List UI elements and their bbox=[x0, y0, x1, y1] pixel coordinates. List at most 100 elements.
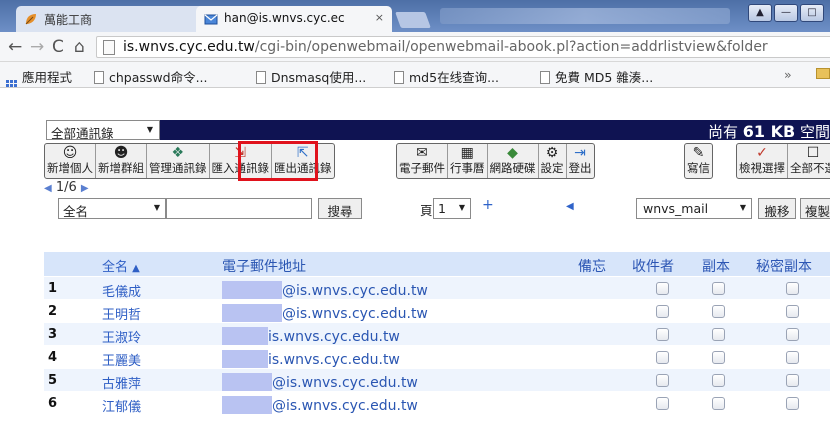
email-button[interactable]: ✉ 電子郵件 bbox=[397, 144, 448, 178]
bcc-checkbox[interactable] bbox=[786, 351, 799, 364]
leaf-favicon-icon bbox=[24, 12, 38, 26]
toolbar-group-compose: ✎ 寫信 bbox=[684, 143, 713, 179]
logout-icon: ⇥ bbox=[574, 145, 586, 161]
to-checkbox[interactable] bbox=[656, 351, 669, 364]
logout-button[interactable]: ⇥ 登出 bbox=[567, 144, 594, 178]
bookmark-label: Dnsmasq使用... bbox=[271, 70, 367, 85]
new-tab-button[interactable] bbox=[395, 12, 431, 28]
contact-name-link[interactable]: 古雅萍 bbox=[102, 369, 141, 392]
redacted-block bbox=[222, 396, 272, 414]
contact-email[interactable]: @is.wnvs.cyc.edu.tw bbox=[222, 369, 418, 391]
bookmark-md5-hash[interactable]: 免費 MD5 雜湊... bbox=[540, 67, 653, 86]
back-arrow-icon[interactable]: ← bbox=[8, 38, 22, 56]
cc-checkbox[interactable] bbox=[712, 397, 725, 410]
browser-tabstrip: 萬能工商 × han@is.wnvs.cyc.ec × ▲ — □ bbox=[0, 0, 830, 32]
addressbook-select-value: 全部通訊錄 bbox=[51, 126, 114, 141]
contact-name-link[interactable]: 毛儀成 bbox=[102, 277, 141, 300]
tab-close-icon[interactable]: × bbox=[375, 11, 384, 24]
settings-button[interactable]: ⚙ 設定 bbox=[539, 144, 567, 178]
search-input[interactable] bbox=[166, 198, 312, 219]
button-label: 行事曆 bbox=[450, 161, 485, 175]
header-label: 全名 bbox=[102, 260, 129, 275]
contact-email[interactable]: is.wnvs.cyc.edu.tw bbox=[222, 346, 400, 368]
bookmark-md5-lookup[interactable]: md5在线查询... bbox=[394, 67, 499, 86]
to-checkbox[interactable] bbox=[656, 282, 669, 295]
window-controls: ▲ — □ bbox=[748, 4, 824, 22]
tab-inactive[interactable]: 萬能工商 × bbox=[16, 6, 212, 32]
table-row: 1 毛儀成 @is.wnvs.cyc.edu.tw bbox=[44, 277, 830, 300]
table-row: 6 江郁儀 @is.wnvs.cyc.edu.tw bbox=[44, 392, 830, 415]
bcc-checkbox[interactable] bbox=[786, 328, 799, 341]
contact-email[interactable]: is.wnvs.cyc.edu.tw bbox=[222, 323, 400, 345]
move-button[interactable]: 搬移 bbox=[758, 198, 796, 219]
view-selection-button[interactable]: ✓ 檢視選擇 bbox=[737, 144, 788, 178]
addressbook-select[interactable]: 全部通訊錄 ▼ bbox=[46, 120, 160, 141]
contact-name-link[interactable]: 王明哲 bbox=[102, 300, 141, 323]
name-column-header[interactable]: 全名 ▲ bbox=[102, 252, 140, 276]
to-checkbox[interactable] bbox=[656, 397, 669, 410]
bookmarks-overflow[interactable]: » bbox=[784, 67, 792, 82]
maximize-window-button[interactable]: □ bbox=[800, 4, 824, 22]
contact-email[interactable]: @is.wnvs.cyc.edu.tw bbox=[222, 277, 428, 299]
bcc-checkbox[interactable] bbox=[786, 374, 799, 387]
minimize-window-button[interactable]: — bbox=[774, 4, 798, 22]
email-column-header[interactable]: 電子郵件地址 bbox=[222, 252, 306, 276]
table-row: 2 王明哲 @is.wnvs.cyc.edu.tw bbox=[44, 300, 830, 323]
bookmark-chpasswd[interactable]: chpasswd命令... bbox=[94, 67, 208, 86]
table-row: 4 王麗美 is.wnvs.cyc.edu.tw bbox=[44, 346, 830, 369]
tab-active[interactable]: han@is.wnvs.cyc.ec × bbox=[196, 6, 392, 32]
bcc-checkbox[interactable] bbox=[786, 397, 799, 410]
reload-icon[interactable]: C bbox=[52, 38, 64, 56]
cc-checkbox[interactable] bbox=[712, 305, 725, 318]
to-column-header: 收件者 bbox=[632, 259, 674, 275]
left-arrow-icon[interactable]: ◀ bbox=[566, 201, 574, 212]
contact-name-link[interactable]: 江郁儀 bbox=[102, 392, 141, 415]
search-button[interactable]: 搜尋 bbox=[318, 198, 362, 219]
to-checkbox[interactable] bbox=[656, 328, 669, 341]
copy-button[interactable]: 複製 bbox=[800, 198, 830, 219]
bookmarks-bar: 應用程式 chpasswd命令... Dnsmasq使用... md5在线查询.… bbox=[0, 62, 830, 91]
email-text: @is.wnvs.cyc.edu.tw bbox=[272, 398, 418, 414]
add-group-button[interactable]: ☻ 新增群組 bbox=[96, 144, 147, 178]
to-checkbox[interactable] bbox=[656, 374, 669, 387]
contact-email[interactable]: @is.wnvs.cyc.edu.tw bbox=[222, 392, 418, 414]
folder-icon[interactable] bbox=[816, 68, 830, 79]
cc-checkbox[interactable] bbox=[712, 282, 725, 295]
next-page-icon[interactable]: ▶ bbox=[81, 183, 89, 194]
add-person-icon: ☺ bbox=[62, 145, 78, 161]
address-bar[interactable]: is.wnvs.cyc.edu.tw/cgi-bin/openwebmail/o… bbox=[96, 36, 830, 58]
toolbar-group-selection: ✓ 檢視選擇 ☐ 全部不選 bbox=[736, 143, 830, 179]
contact-name-link[interactable]: 王淑玲 bbox=[102, 323, 141, 346]
forward-arrow-icon[interactable]: → bbox=[30, 38, 44, 56]
document-icon bbox=[540, 71, 550, 84]
bookmark-label: 應用程式 bbox=[22, 70, 73, 85]
calendar-button[interactable]: ▦ 行事曆 bbox=[448, 144, 488, 178]
prev-page-icon[interactable]: ◀ bbox=[44, 183, 52, 194]
restore-window-button[interactable]: ▲ bbox=[748, 4, 772, 22]
web-drive-button[interactable]: ◆ 網路硬碟 bbox=[488, 144, 539, 178]
button-label: 設定 bbox=[540, 161, 564, 175]
add-person-button[interactable]: ☺ 新增個人 bbox=[45, 144, 96, 178]
contact-name-link[interactable]: 王麗美 bbox=[102, 346, 141, 369]
destination-folder-select[interactable]: wnvs_mail ▼ bbox=[636, 198, 752, 219]
search-field-select[interactable]: 全名 ▼ bbox=[58, 198, 166, 219]
bcc-checkbox[interactable] bbox=[786, 305, 799, 318]
cc-checkbox[interactable] bbox=[712, 374, 725, 387]
next-pages-link[interactable]: + bbox=[482, 197, 494, 213]
contact-email[interactable]: @is.wnvs.cyc.edu.tw bbox=[222, 300, 428, 322]
compose-button[interactable]: ✎ 寫信 bbox=[685, 144, 712, 178]
bcc-checkbox[interactable] bbox=[786, 282, 799, 295]
deselect-all-button[interactable]: ☐ 全部不選 bbox=[788, 144, 830, 178]
bookmark-dnsmasq[interactable]: Dnsmasq使用... bbox=[256, 67, 366, 86]
row-number: 3 bbox=[48, 327, 58, 342]
page-select[interactable]: 1 ▼ bbox=[433, 198, 471, 219]
import-addressbook-button[interactable]: ⇲ 匯入通訊錄 bbox=[210, 144, 272, 178]
home-icon[interactable]: ⌂ bbox=[74, 38, 85, 56]
quota-bar: 尚有 61 KB 空間 bbox=[160, 120, 830, 141]
export-addressbook-button[interactable]: ⇱ 匯出通訊錄 bbox=[272, 144, 334, 178]
tab-title: han@is.wnvs.cyc.ec bbox=[224, 11, 345, 25]
to-checkbox[interactable] bbox=[656, 305, 669, 318]
cc-checkbox[interactable] bbox=[712, 328, 725, 341]
cc-checkbox[interactable] bbox=[712, 351, 725, 364]
manage-addressbook-button[interactable]: ❖ 管理通訊錄 bbox=[147, 144, 210, 178]
